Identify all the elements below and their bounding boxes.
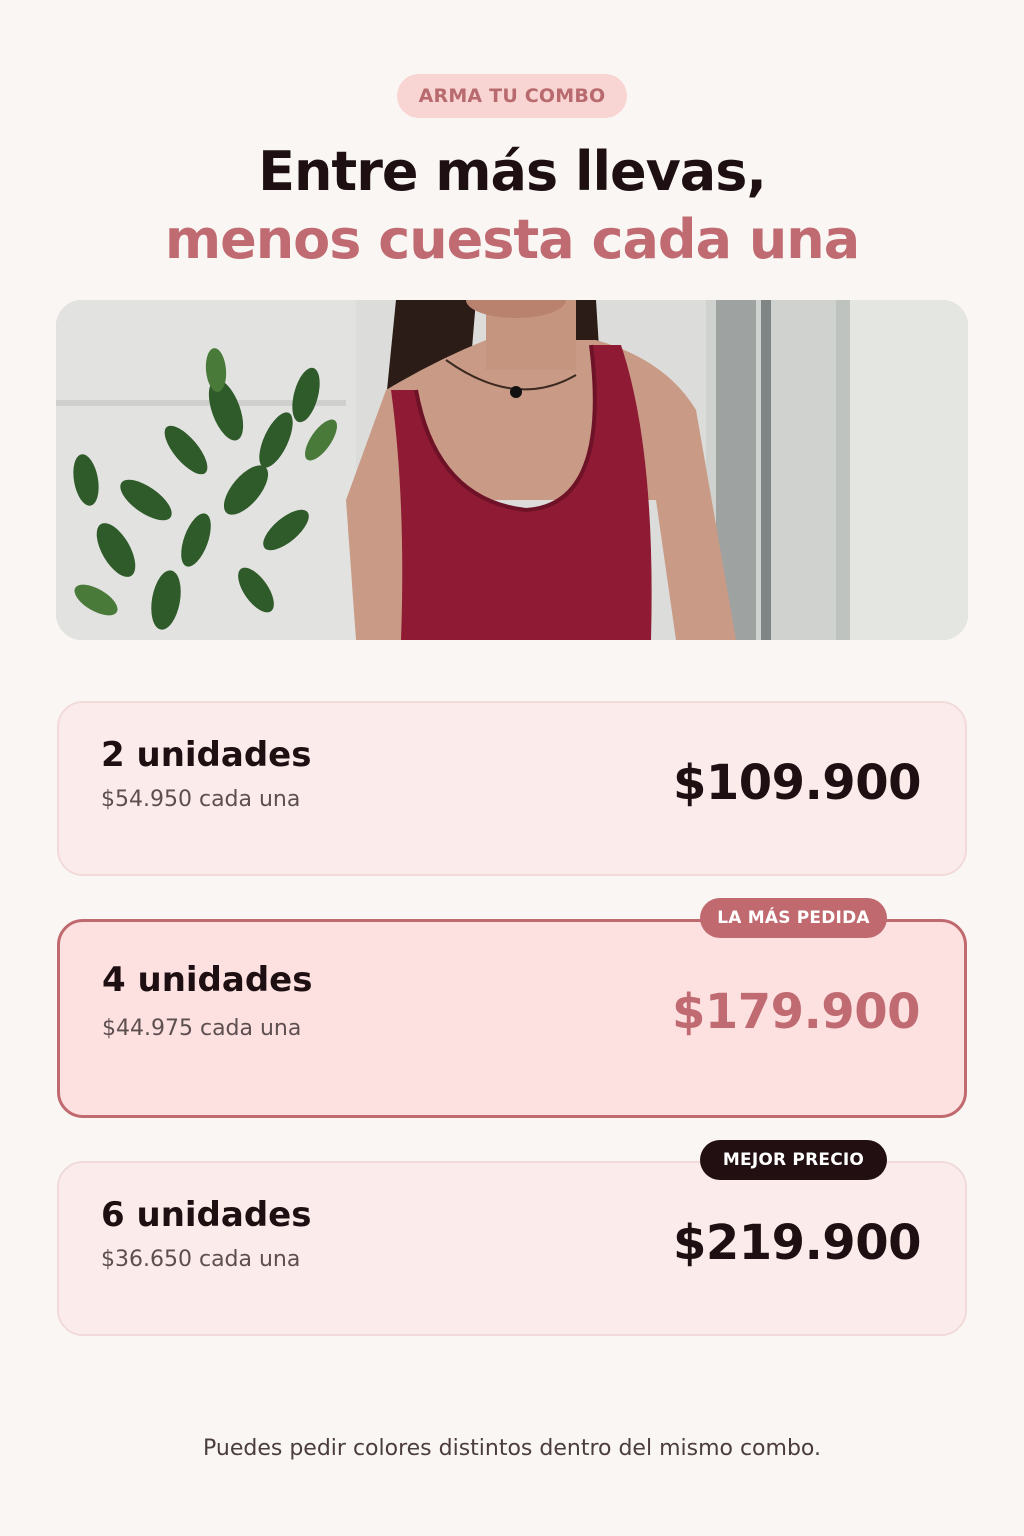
eyebrow-pill: ARMA TU COMBO <box>397 74 627 118</box>
headline-line-2: menos cuesta cada una <box>164 208 860 271</box>
combo-quantity: 2 unidades <box>101 735 312 775</box>
headline-line-1: Entre más llevas, <box>258 140 767 203</box>
footer-note: Puedes pedir colores distintos dentro de… <box>203 1436 821 1461</box>
combo-quantity: 4 unidades <box>102 960 313 1000</box>
combo-page: ARMA TU COMBO Entre más llevas, menos cu… <box>0 0 1024 1536</box>
combo-quantity: 6 unidades <box>101 1195 312 1235</box>
combo-unit-price: $54.950 cada una <box>101 787 301 812</box>
combo-total-price: $179.900 <box>671 984 921 1040</box>
combo-card-6[interactable]: 6 unidades $36.650 cada una $219.900 <box>57 1161 967 1336</box>
combo-card-2[interactable]: 2 unidades $54.950 cada una $109.900 <box>57 701 967 876</box>
most-ordered-badge: LA MÁS PEDIDA <box>700 898 887 938</box>
combo-total-price: $109.900 <box>672 755 922 811</box>
combo-total-price: $219.900 <box>672 1215 922 1271</box>
best-price-badge: MEJOR PRECIO <box>700 1140 887 1180</box>
combo-unit-price: $36.650 cada una <box>101 1247 301 1272</box>
combo-card-4[interactable]: 4 unidades $44.975 cada una $179.900 <box>57 919 967 1118</box>
combo-unit-price: $44.975 cada una <box>102 1016 302 1041</box>
product-photo <box>56 300 968 640</box>
